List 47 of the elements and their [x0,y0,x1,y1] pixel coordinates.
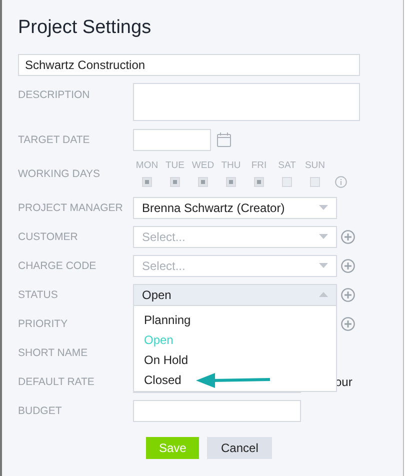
info-icon[interactable] [335,176,347,188]
field-label: CHARGE CODE [18,260,98,272]
select-field[interactable]: Brenna Schwartz (Creator) [133,196,337,218]
day-checkbox[interactable] [198,177,208,187]
day-checkbox[interactable] [254,177,264,187]
caret-icon [319,234,328,239]
field-label: SHORT NAME [18,346,89,358]
day-label: THU [221,160,241,171]
add-icon[interactable] [341,258,355,272]
dropdown-option[interactable]: Closed [144,370,336,390]
field-label: DEFAULT RATE [18,376,96,388]
calendar-icon[interactable] [217,132,231,147]
description-field[interactable] [133,83,360,121]
caret-icon [319,205,328,210]
date-field[interactable] [133,128,211,150]
day-label: SAT [278,160,296,171]
day-checkbox[interactable] [226,177,236,187]
day-checkbox[interactable] [142,177,152,187]
arrow-icon [196,372,272,388]
field-label: PRIORITY [18,318,69,330]
dropdown-option[interactable]: On Hold [144,350,336,370]
window-title: Project Settings [18,16,152,40]
field-label: CUSTOMER [18,230,79,242]
dropdown-option[interactable]: Planning [144,310,336,330]
field-label: WORKING DAYS [18,168,102,180]
day-label: FRI [251,160,267,171]
day-label: MON [136,160,158,171]
field-label: BUDGET [18,404,63,416]
day-checkbox[interactable] [310,177,320,187]
day-checkbox[interactable] [170,177,180,187]
field-label: TARGET DATE [18,134,91,146]
add-icon[interactable] [341,316,355,330]
caret-icon [319,263,328,268]
field-label: STATUS [18,288,59,300]
add-icon[interactable] [341,230,355,244]
cancel-button[interactable]: Cancel [207,437,272,459]
name-field[interactable]: Schwartz Construction [18,54,360,76]
field-label: PROJECT MANAGER [18,202,124,214]
day-label: SUN [304,160,326,171]
select-field[interactable]: Open [133,284,337,306]
field-label: DESCRIPTION [18,89,91,101]
day-checkbox[interactable] [282,177,292,187]
day-label: WED [192,160,214,171]
day-label: TUE [166,160,184,171]
caret-icon [319,292,328,297]
text-field[interactable] [133,400,301,422]
add-icon[interactable] [341,288,355,302]
